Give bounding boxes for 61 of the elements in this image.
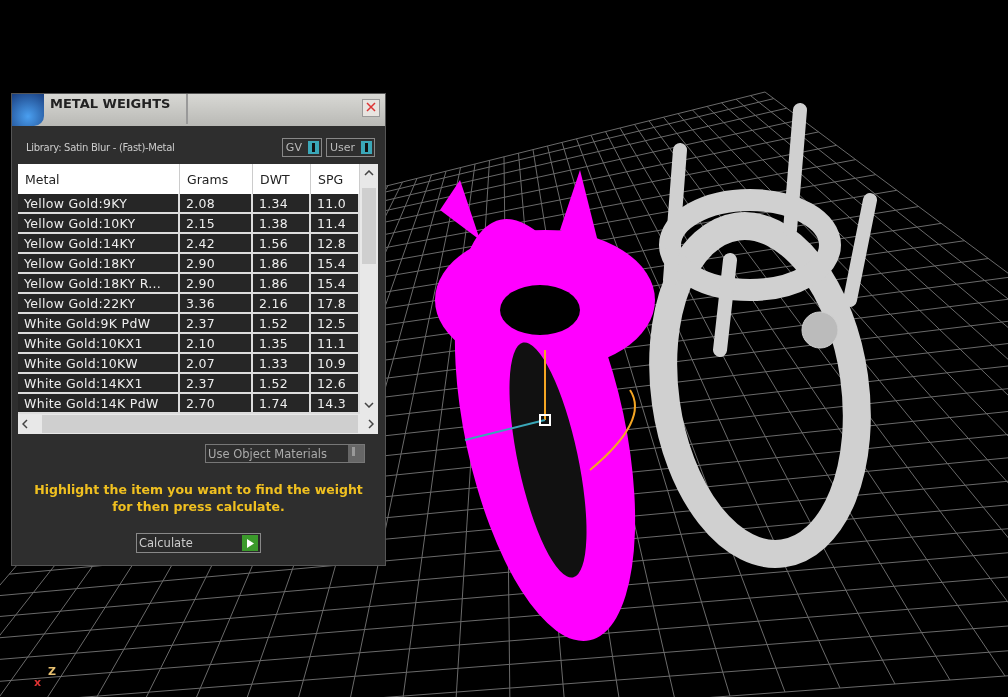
library-label: Library: Satin Blur - (Fast)-Metal (26, 141, 176, 153)
close-button[interactable] (362, 99, 380, 117)
table-cell[interactable]: Yellow Gold:9KY (18, 194, 180, 214)
close-icon (366, 102, 376, 112)
vertical-scrollbar[interactable] (360, 164, 378, 414)
table-cell[interactable]: 2.90 (180, 254, 253, 274)
table-cell[interactable]: 3.36 (180, 294, 253, 314)
toggle-switch[interactable]: User (325, 137, 375, 157)
table-cell[interactable]: 2.37 (180, 374, 253, 394)
table-cell[interactable]: 15.4 (311, 254, 360, 274)
play-icon (246, 538, 254, 548)
table-cell[interactable]: White Gold:14KX1 (18, 374, 180, 394)
dialog-title: METAL WEIGHTS (44, 94, 188, 124)
table-cell[interactable]: 12.5 (311, 314, 360, 334)
table-cell[interactable]: 12.8 (311, 234, 360, 254)
scrollbar-thumb[interactable] (42, 415, 358, 433)
axis-label: Z (48, 665, 56, 678)
table-cell[interactable]: Yellow Gold:18KY R... (18, 274, 180, 294)
horizontal-scrollbar[interactable] (18, 414, 378, 434)
table-cell[interactable]: 12.6 (311, 374, 360, 394)
table-cell[interactable]: 14.3 (311, 394, 360, 414)
table-cell[interactable]: 2.07 (180, 354, 253, 374)
table-cell[interactable]: 1.52 (253, 314, 311, 334)
table-cell[interactable]: White Gold:10KX1 (18, 334, 180, 354)
table-cell[interactable]: 2.70 (180, 394, 253, 414)
toggle-switch[interactable]: GV (281, 137, 322, 157)
table-cell[interactable]: Yellow Gold:22KY (18, 294, 180, 314)
table-cell[interactable]: 17.8 (311, 294, 360, 314)
table-cell[interactable]: 2.90 (180, 274, 253, 294)
table-cell[interactable]: 15.4 (311, 274, 360, 294)
scrollbar-thumb[interactable] (362, 188, 376, 264)
table-cell[interactable]: 1.52 (253, 374, 311, 394)
table-cell[interactable]: White Gold:9K PdW (18, 314, 180, 334)
table-cell[interactable]: 2.10 (180, 334, 253, 354)
app-logo-icon (12, 94, 44, 126)
table-cell[interactable]: 1.74 (253, 394, 311, 414)
table-cell[interactable]: 2.42 (180, 234, 253, 254)
table-cell[interactable]: Yellow Gold:14KY (18, 234, 180, 254)
table-cell[interactable]: 2.37 (180, 314, 253, 334)
table-cell[interactable]: 2.08 (180, 194, 253, 214)
table-cell[interactable]: 11.4 (311, 214, 360, 234)
calculate-button[interactable]: Calculate (136, 533, 261, 553)
table-cell[interactable]: Yellow Gold:18KY (18, 254, 180, 274)
table-cell[interactable]: 10.9 (311, 354, 360, 374)
table-cell[interactable]: 1.86 (253, 274, 311, 294)
table-cell[interactable]: 1.38 (253, 214, 311, 234)
table-cell[interactable]: 1.33 (253, 354, 311, 374)
table-cell[interactable]: White Gold:14K PdW (18, 394, 180, 414)
table-cell[interactable]: 1.34 (253, 194, 311, 214)
table-cell[interactable]: 1.35 (253, 334, 311, 354)
table-cell[interactable]: 11.0 (311, 194, 360, 214)
table-cell[interactable]: 11.1 (311, 334, 360, 354)
table-cell[interactable]: 1.56 (253, 234, 311, 254)
table-cell[interactable]: White Gold:10KW (18, 354, 180, 374)
axis-label: x (34, 676, 42, 689)
table-cell[interactable]: 1.86 (253, 254, 311, 274)
use-object-materials-toggle[interactable]: Use Object Materials (205, 444, 365, 463)
table-cell[interactable]: 2.16 (253, 294, 311, 314)
table-cell[interactable]: Yellow Gold:10KY (18, 214, 180, 234)
table-cell[interactable]: 2.15 (180, 214, 253, 234)
instruction-text: Highlight the item you want to find the weight for then press calculate. (33, 481, 364, 515)
